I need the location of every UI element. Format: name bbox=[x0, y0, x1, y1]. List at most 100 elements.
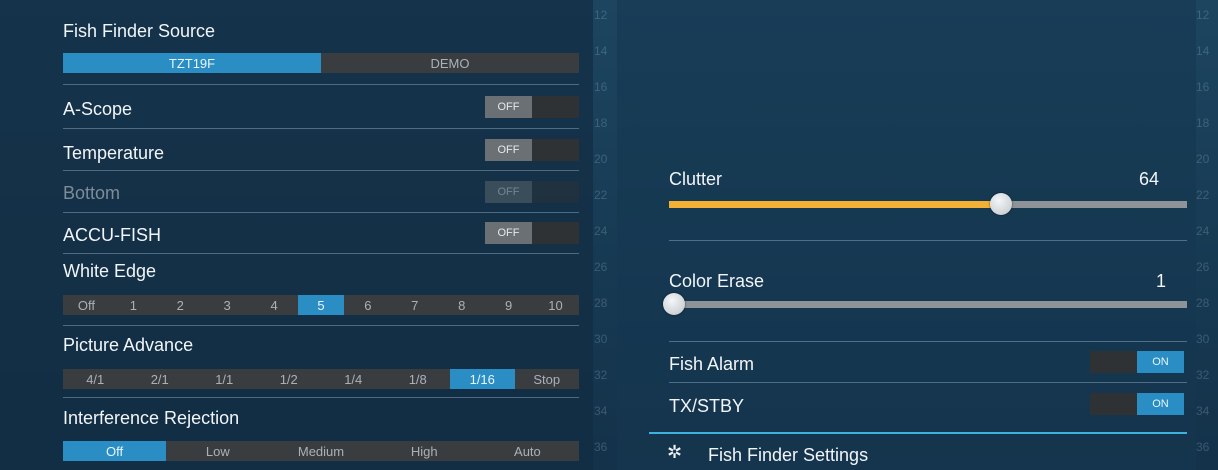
fish-finder-source-option[interactable]: TZT19F bbox=[63, 53, 321, 73]
white-edge-option[interactable]: 2 bbox=[157, 295, 204, 315]
depth-scale-tick: 34 bbox=[1196, 404, 1210, 418]
interference-rejection-option[interactable]: Auto bbox=[476, 441, 579, 461]
tx-stby-toggle[interactable]: ON bbox=[1090, 393, 1184, 415]
depth-scale-tick: 20 bbox=[594, 152, 608, 166]
picture-advance-selector: 4/1 2/1 1/1 1/2 1/4 1/8 1/16 Stop bbox=[63, 369, 579, 389]
depth-scale-tick: 34 bbox=[594, 404, 608, 418]
depth-scale-tick: 26 bbox=[594, 260, 608, 274]
depth-scale-tick: 14 bbox=[1196, 44, 1210, 58]
white-edge-selector: Off 1 2 3 4 5 6 7 8 9 10 bbox=[63, 295, 579, 315]
white-edge-option[interactable]: Off bbox=[63, 295, 110, 315]
clutter-value: 64 bbox=[1139, 169, 1160, 189]
toggle-state: OFF bbox=[485, 181, 532, 203]
accu-fish-label: ACCU-FISH bbox=[63, 225, 161, 245]
tx-stby-label: TX/STBY bbox=[669, 396, 745, 416]
picture-advance-option[interactable]: 2/1 bbox=[128, 369, 193, 389]
a-scope-label: A-Scope bbox=[63, 99, 133, 119]
depth-scale-tick: 12 bbox=[1196, 8, 1210, 22]
depth-scale-tick: 22 bbox=[1196, 188, 1210, 202]
picture-advance-option[interactable]: 1/16 bbox=[450, 369, 515, 389]
depth-scale-tick: 30 bbox=[594, 332, 608, 346]
divider bbox=[669, 240, 1187, 241]
depth-scale-tick: 22 bbox=[594, 188, 608, 202]
picture-advance-option[interactable]: 1/4 bbox=[321, 369, 386, 389]
white-edge-option[interactable]: 10 bbox=[532, 295, 579, 315]
depth-scale-tick: 36 bbox=[1196, 440, 1210, 454]
interference-rejection-option[interactable]: Off bbox=[63, 441, 167, 461]
interference-rejection-option[interactable]: Low bbox=[166, 441, 269, 461]
color-erase-value: 1 bbox=[1156, 271, 1167, 291]
picture-advance-option[interactable]: 4/1 bbox=[63, 369, 128, 389]
fish-finder-settings-label: Fish Finder Settings bbox=[708, 445, 869, 465]
depth-scale-tick: 32 bbox=[594, 368, 608, 382]
fish-finder-settings-button[interactable]: ✲ Fish Finder Settings bbox=[649, 434, 1187, 470]
temperature-label: Temperature bbox=[63, 143, 165, 163]
picture-advance-option[interactable]: 1/8 bbox=[386, 369, 451, 389]
toggle-state: OFF bbox=[485, 139, 532, 161]
toggle-state: OFF bbox=[485, 96, 532, 118]
white-edge-label: White Edge bbox=[63, 261, 157, 281]
clutter-label: Clutter bbox=[669, 169, 723, 189]
depth-scale-tick: 28 bbox=[594, 296, 608, 310]
white-edge-option[interactable]: 6 bbox=[344, 295, 391, 315]
toggle-state: ON bbox=[1137, 393, 1184, 415]
clutter-slider[interactable] bbox=[669, 193, 1187, 215]
right-menu-panel: Clutter 64 Color Erase 1 Fish Alarm ON T… bbox=[617, 0, 1196, 470]
divider bbox=[63, 212, 579, 213]
depth-scale-left: 12 14 16 18 20 22 24 26 28 30 32 34 36 bbox=[594, 0, 618, 470]
white-edge-option[interactable]: 7 bbox=[391, 295, 438, 315]
toggle-state: ON bbox=[1137, 351, 1184, 373]
depth-scale-tick: 18 bbox=[1196, 116, 1210, 130]
divider bbox=[669, 341, 1187, 342]
divider bbox=[669, 382, 1187, 383]
bottom-label: Bottom bbox=[63, 183, 121, 203]
gear-icon: ✲ bbox=[667, 442, 683, 462]
temperature-toggle[interactable]: OFF bbox=[485, 139, 579, 161]
clutter-slider-thumb[interactable] bbox=[990, 193, 1012, 215]
white-edge-option[interactable]: 8 bbox=[438, 295, 485, 315]
white-edge-option[interactable]: 5 bbox=[297, 295, 345, 315]
depth-scale-tick: 30 bbox=[1196, 332, 1210, 346]
color-erase-slider-thumb[interactable] bbox=[663, 293, 685, 315]
depth-scale-tick: 26 bbox=[1196, 260, 1210, 274]
fish-finder-source-option[interactable]: DEMO bbox=[321, 53, 579, 73]
clutter-slider-fill bbox=[669, 201, 1001, 208]
white-edge-option[interactable]: 4 bbox=[251, 295, 298, 315]
depth-scale-tick: 16 bbox=[594, 80, 608, 94]
depth-scale-tick: 18 bbox=[594, 116, 608, 130]
divider bbox=[63, 170, 579, 171]
depth-scale-tick: 24 bbox=[1196, 224, 1210, 238]
fish-alarm-label: Fish Alarm bbox=[669, 354, 755, 374]
white-edge-option[interactable]: 1 bbox=[110, 295, 157, 315]
a-scope-toggle[interactable]: OFF bbox=[485, 96, 579, 118]
picture-advance-label: Picture Advance bbox=[63, 335, 194, 355]
depth-scale-tick: 24 bbox=[594, 224, 608, 238]
interference-rejection-selector: Off Low Medium High Auto bbox=[63, 441, 579, 461]
fish-finder-source-selector: TZT19F DEMO bbox=[63, 53, 579, 73]
picture-advance-option[interactable]: 1/1 bbox=[192, 369, 257, 389]
depth-scale-tick: 14 bbox=[594, 44, 608, 58]
interference-rejection-option[interactable]: Medium bbox=[269, 441, 372, 461]
color-erase-label: Color Erase bbox=[669, 271, 765, 291]
depth-scale-tick: 16 bbox=[1196, 80, 1210, 94]
color-erase-slider[interactable] bbox=[663, 293, 1187, 315]
divider bbox=[63, 397, 579, 398]
depth-scale-tick: 12 bbox=[594, 8, 608, 22]
picture-advance-option[interactable]: 1/2 bbox=[257, 369, 322, 389]
accu-fish-toggle[interactable]: OFF bbox=[485, 222, 579, 244]
depth-scale-right: 12 14 16 18 20 22 24 26 28 30 32 34 36 bbox=[1196, 0, 1218, 470]
toggle-state: OFF bbox=[485, 222, 532, 244]
divider bbox=[63, 84, 579, 85]
fish-alarm-toggle[interactable]: ON bbox=[1090, 351, 1184, 373]
divider bbox=[63, 253, 579, 254]
bottom-toggle: OFF bbox=[485, 181, 579, 203]
depth-scale-tick: 32 bbox=[1196, 368, 1210, 382]
depth-scale-tick: 28 bbox=[1196, 296, 1210, 310]
picture-advance-option[interactable]: Stop bbox=[515, 369, 580, 389]
white-edge-option[interactable]: 3 bbox=[204, 295, 251, 315]
white-edge-option[interactable]: 9 bbox=[485, 295, 532, 315]
divider bbox=[63, 325, 579, 326]
fish-finder-source-label: Fish Finder Source bbox=[63, 21, 216, 41]
interference-rejection-option[interactable]: High bbox=[373, 441, 476, 461]
depth-scale-tick: 20 bbox=[1196, 152, 1210, 166]
